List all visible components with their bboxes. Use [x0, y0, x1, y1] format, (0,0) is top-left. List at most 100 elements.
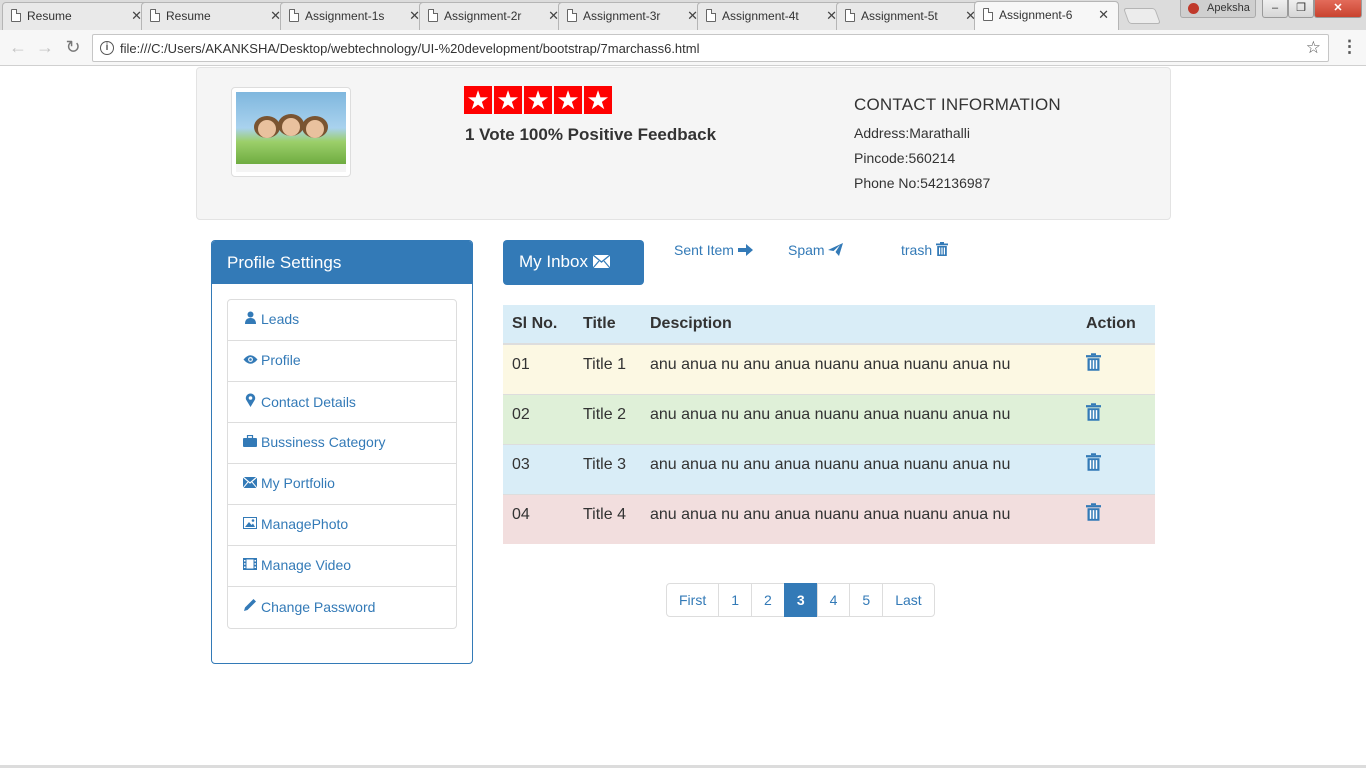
sidebar-item-change-password[interactable]: Change Password	[228, 587, 456, 628]
restore-button[interactable]: ❐	[1288, 0, 1314, 18]
sidebar-item-label: Bussiness Category	[261, 434, 386, 450]
star-icon: ★	[464, 86, 492, 114]
sidebar-item-my-portfolio[interactable]: My Portfolio	[228, 464, 456, 505]
tab-title: Assignment-1s	[305, 9, 385, 23]
table-row[interactable]: 04 Title 4 anu anua nu anu anua nuanu anua…	[503, 493, 1155, 544]
browser-tabstrip: Resume ✕ Resume ✕ Assignment-1s ✕ Assign…	[0, 0, 1366, 31]
sidebar-item-contact-details[interactable]: Contact Details	[228, 382, 456, 423]
inbox-label: My Inbox	[519, 252, 588, 271]
back-arrow-icon[interactable]: ←	[8, 37, 28, 58]
document-icon	[706, 9, 716, 22]
info-icon[interactable]: i	[100, 41, 114, 55]
sidebar-item-label: My Portfolio	[261, 475, 335, 491]
sidebar-item-label: Manage Video	[261, 557, 352, 573]
send-icon	[828, 243, 844, 259]
sidebar-item-manage-photo[interactable]: ManagePhoto	[228, 505, 456, 546]
title-cell: Title 4	[574, 493, 641, 544]
page-first[interactable]: First	[666, 583, 720, 617]
tab-title: Assignment-3r	[583, 9, 661, 23]
film-icon	[242, 558, 258, 573]
user-icon	[242, 311, 258, 327]
browser-tab[interactable]: Assignment-1s ✕	[280, 2, 430, 30]
column-header: Title	[574, 305, 641, 345]
browser-tab[interactable]: Resume ✕	[141, 2, 291, 30]
envelope-icon	[592, 253, 611, 273]
reload-icon[interactable]: ↻	[63, 37, 83, 58]
description-cell: anu anua nu anu anua nuanu anua nuanu an…	[641, 493, 1077, 544]
bookmark-star-icon[interactable]: ☆	[1306, 38, 1321, 58]
page-link[interactable]: 1	[718, 583, 753, 617]
document-icon	[289, 9, 299, 22]
delete-trash-icon[interactable]	[1077, 393, 1155, 444]
browser-tab[interactable]: Assignment-3r ✕	[558, 2, 708, 30]
sidebar-item-business-category[interactable]: Bussiness Category	[228, 423, 456, 464]
browser-tab-active[interactable]: Assignment-6 ✕	[974, 1, 1119, 31]
column-header: Action	[1077, 305, 1155, 345]
tab-title: Assignment-4t	[722, 9, 799, 23]
column-header: Sl No.	[503, 305, 574, 345]
document-icon	[845, 9, 855, 22]
contact-info-title: CONTACT INFORMATION	[854, 95, 1061, 114]
sl-cell: 04	[503, 493, 574, 544]
sidebar-item-manage-video[interactable]: Manage Video	[228, 546, 456, 587]
sidebar-item-label: Change Password	[261, 599, 376, 615]
sidebar-list: Leads Profile Contact Details Bussiness …	[227, 299, 457, 629]
trash-link[interactable]: trash	[901, 242, 949, 259]
browser-tab[interactable]: Resume ✕	[2, 2, 152, 30]
tab-title: Assignment-5t	[861, 9, 938, 23]
profile-button[interactable]: Apeksha	[1180, 0, 1256, 18]
minimize-button[interactable]: ‒	[1262, 0, 1288, 18]
table-row[interactable]: 01 Title 1 anu anua nu anu anua nuanu anua…	[503, 343, 1155, 394]
tab-title: Resume	[27, 9, 72, 23]
profile-name: Apeksha	[1207, 2, 1250, 14]
my-inbox-button[interactable]: My Inbox	[503, 240, 644, 285]
description-cell: anu anua nu anu anua nuanu anua nuanu an…	[641, 343, 1077, 394]
page-link[interactable]: 4	[816, 583, 851, 617]
browser-tab[interactable]: Assignment-2r ✕	[419, 2, 569, 30]
table-row[interactable]: 03 Title 3 anu anua nu anu anua nuanu anua…	[503, 443, 1155, 494]
tab-title: Assignment-2r	[444, 9, 522, 23]
delete-trash-icon[interactable]	[1077, 443, 1155, 494]
eye-icon	[242, 353, 258, 368]
description-cell: anu anua nu anu anua nuanu anua nuanu an…	[641, 393, 1077, 444]
browser-toolbar: ← → ↻ i file:///C:/Users/AKANKSHA/Deskto…	[0, 30, 1366, 66]
url-text[interactable]: file:///C:/Users/AKANKSHA/Desktop/webtec…	[120, 41, 699, 56]
forward-arrow-icon[interactable]: →	[35, 37, 55, 58]
page-link[interactable]: 2	[751, 583, 785, 617]
page-last[interactable]: Last	[882, 583, 935, 617]
briefcase-icon	[242, 434, 258, 450]
page-link-active[interactable]: 3	[783, 583, 818, 617]
spam-link[interactable]: Spam	[788, 242, 844, 259]
browser-tab[interactable]: Assignment-4t ✕	[697, 2, 847, 30]
profile-photo	[231, 87, 351, 177]
browser-tab[interactable]: Assignment-5t ✕	[836, 2, 986, 30]
page-link[interactable]: 5	[849, 583, 884, 617]
window-close-button[interactable]: ✕	[1314, 0, 1362, 18]
new-tab-button[interactable]	[1123, 8, 1161, 24]
picture-icon	[242, 517, 258, 532]
sidebar-item-label: Contact Details	[261, 394, 356, 410]
sent-item-link[interactable]: Sent Item	[674, 242, 753, 259]
profile-header-panel: ★ ★ ★ ★ ★ 1 Vote 100% Positive Feedback CONT…	[196, 67, 1171, 220]
sidebar-heading: Profile Settings	[212, 241, 472, 284]
sidebar-item-label: Profile	[261, 352, 301, 368]
inbox-table: Sl No. Title Desciption Action 01 Title 1…	[503, 305, 1155, 544]
arrow-right-icon	[737, 243, 753, 259]
sl-cell: 03	[503, 443, 574, 494]
table-header-row: Sl No. Title Desciption Action	[503, 305, 1155, 345]
map-marker-icon	[242, 393, 258, 410]
close-icon[interactable]: ✕	[1098, 7, 1109, 23]
table-row[interactable]: 02 Title 2 anu anua nu anu anua nuanu anua…	[503, 393, 1155, 444]
sidebar-item-label: ManagePhoto	[261, 516, 349, 532]
sidebar-item-profile[interactable]: Profile	[228, 341, 456, 382]
delete-trash-icon[interactable]	[1077, 343, 1155, 394]
document-icon	[150, 9, 160, 22]
rating-stars: ★ ★ ★ ★ ★	[464, 86, 614, 116]
star-icon: ★	[554, 86, 582, 114]
star-icon: ★	[494, 86, 522, 114]
delete-trash-icon[interactable]	[1077, 493, 1155, 544]
address-bar[interactable]: i file:///C:/Users/AKANKSHA/Desktop/webt…	[92, 34, 1329, 62]
browser-menu-icon[interactable]: ⋮	[1341, 37, 1358, 57]
spam-label: Spam	[788, 242, 825, 258]
sidebar-item-leads[interactable]: Leads	[228, 300, 456, 341]
